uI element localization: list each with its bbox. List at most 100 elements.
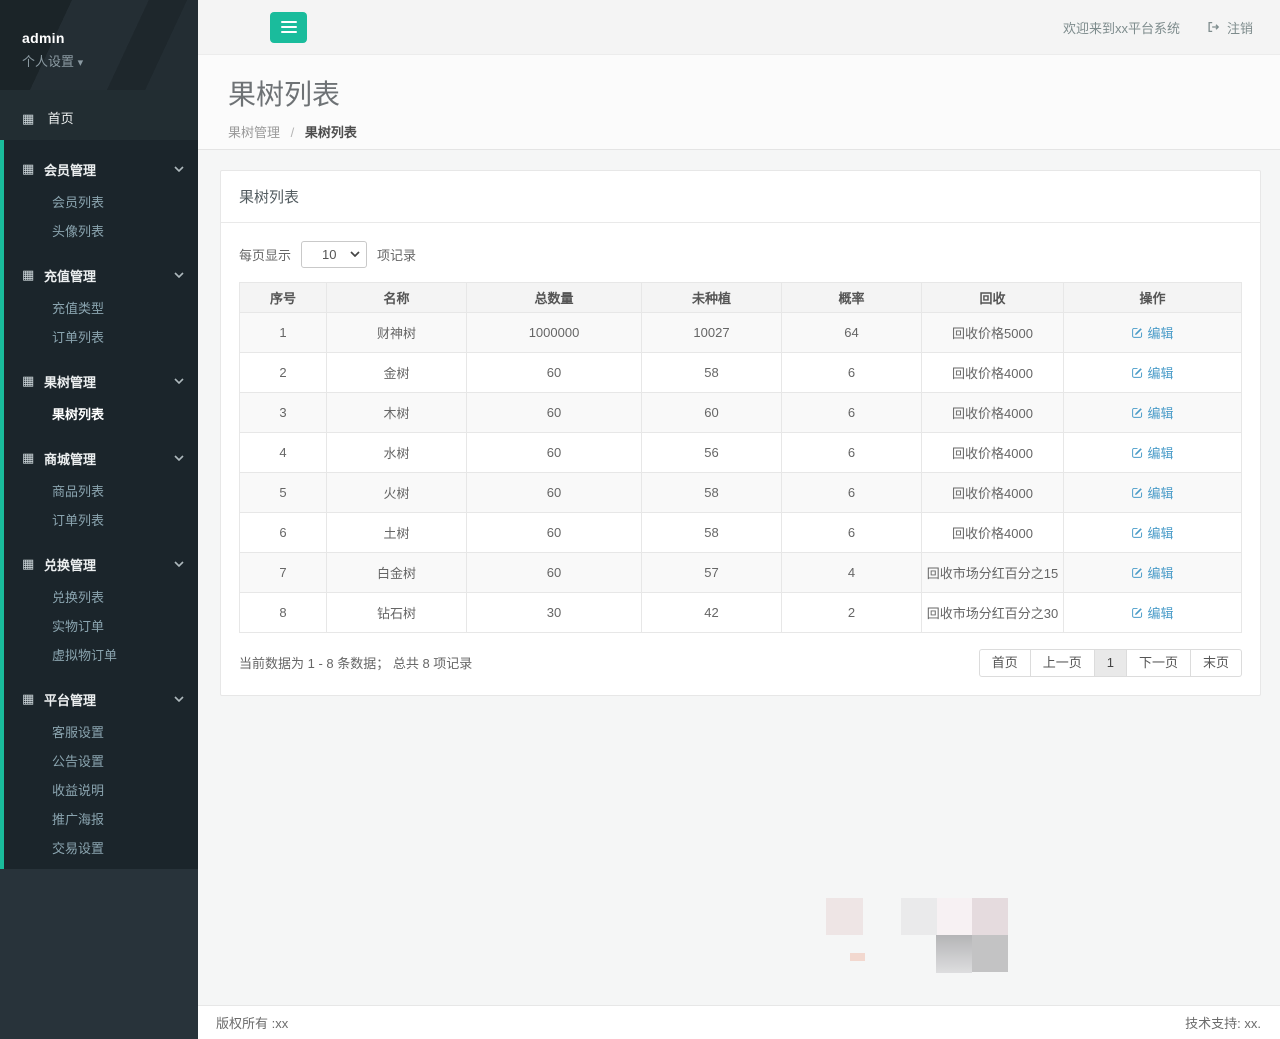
edit-button[interactable]: 编辑 <box>1131 523 1173 542</box>
table-row: 8 钻石树 30 42 2 回收市场分红百分之30 编辑 <box>240 593 1242 633</box>
sidebar-item-exchange-list[interactable]: 兑换列表 <box>4 583 198 612</box>
edit-icon <box>1131 446 1144 459</box>
edit-button[interactable]: 编辑 <box>1131 363 1173 382</box>
tree-list-panel: 果树列表 每页显示 10 项记录 <box>220 170 1261 696</box>
sidebar-toggle-button[interactable] <box>270 12 307 43</box>
page-footer: 版权所有 :xx 技术支持: xx. <box>198 1005 1280 1039</box>
per-page-suffix: 项记录 <box>377 245 416 264</box>
breadcrumb: 果树管理 / 果树列表 <box>228 122 1253 141</box>
sidebar-item-trade-settings[interactable]: 交易设置 <box>4 834 198 863</box>
table-row: 2 金树 60 58 6 回收价格4000 编辑 <box>240 353 1242 393</box>
edit-button[interactable]: 编辑 <box>1131 483 1173 502</box>
sidebar-item-tree-management[interactable]: ▦ 果树管理 <box>4 362 198 400</box>
sidebar-item-virtual-orders[interactable]: 虚拟物订单 <box>4 641 198 670</box>
edit-icon <box>1131 366 1144 379</box>
sidebar-item-avatar-list[interactable]: 头像列表 <box>4 217 198 246</box>
breadcrumb-current: 果树列表 <box>305 125 357 140</box>
sidebar-item-promo-poster[interactable]: 推广海报 <box>4 805 198 834</box>
col-unplanted: 未种植 <box>642 283 782 313</box>
pagination-first[interactable]: 首页 <box>979 649 1031 677</box>
welcome-text: 欢迎来到xx平台系统 <box>1063 18 1180 37</box>
sidebar-item-recharge-management[interactable]: ▦ 充值管理 <box>4 256 198 294</box>
chevron-down-icon <box>174 696 184 702</box>
sidebar-item-recharge-orders[interactable]: 订单列表 <box>4 323 198 352</box>
sidebar-item-mall-orders[interactable]: 订单列表 <box>4 506 198 535</box>
user-settings-dropdown[interactable]: 个人设置 ▾ <box>22 51 198 70</box>
pagination-prev[interactable]: 上一页 <box>1030 649 1095 677</box>
edit-button[interactable]: 编辑 <box>1131 603 1173 622</box>
per-page-select[interactable]: 10 <box>301 241 367 268</box>
sidebar-section-recharge: ▦ 充值管理 充值类型 订单列表 <box>4 256 198 352</box>
grid-icon: ▦ <box>22 161 44 177</box>
support-text: 技术支持: xx. <box>1185 1013 1261 1032</box>
sidebar-section-members: ▦ 会员管理 会员列表 头像列表 <box>4 150 198 246</box>
edit-icon <box>1131 326 1144 339</box>
tree-table: 序号 名称 总数量 未种植 概率 回收 操作 1 财神树 <box>239 282 1242 633</box>
sidebar-menu: ▦ 会员管理 会员列表 头像列表 ▦ 充值管理 充值类型 订单列表 ▦ 果树管理… <box>0 140 198 869</box>
pagination-page-1[interactable]: 1 <box>1094 649 1127 677</box>
sidebar-section-exchange: ▦ 兑换管理 兑换列表 实物订单 虚拟物订单 <box>4 545 198 670</box>
panel-title: 果树列表 <box>221 171 1260 223</box>
pagination: 首页 上一页 1 下一页 末页 <box>979 649 1242 677</box>
content-area: 果树列表 每页显示 10 项记录 <box>198 150 1280 1005</box>
edit-icon <box>1131 606 1144 619</box>
grid-icon: ▦ <box>22 267 44 283</box>
table-row: 4 水树 60 56 6 回收价格4000 编辑 <box>240 433 1242 473</box>
sidebar-item-member-management[interactable]: ▦ 会员管理 <box>4 150 198 188</box>
sidebar-section-trees: ▦ 果树管理 果树列表 <box>4 362 198 429</box>
col-name: 名称 <box>327 283 467 313</box>
breadcrumb-separator: / <box>291 125 295 140</box>
topbar: 欢迎来到xx平台系统 注销 <box>198 0 1280 55</box>
breadcrumb-parent-link[interactable]: 果树管理 <box>228 125 280 140</box>
sign-out-icon <box>1206 20 1221 34</box>
sidebar-item-service-settings[interactable]: 客服设置 <box>4 718 198 747</box>
col-probability: 概率 <box>782 283 922 313</box>
record-summary: 当前数据为 1 - 8 条数据； 总共 8 项记录 <box>239 653 472 672</box>
chevron-down-icon <box>174 272 184 278</box>
col-recycle: 回收 <box>922 283 1064 313</box>
edit-icon <box>1131 486 1144 499</box>
sidebar-section-mall: ▦ 商城管理 商品列表 订单列表 <box>4 439 198 535</box>
grid-icon: ▦ <box>22 373 44 389</box>
edit-icon <box>1131 526 1144 539</box>
sidebar-item-mall-management[interactable]: ▦ 商城管理 <box>4 439 198 477</box>
table-row: 6 土树 60 58 6 回收价格4000 编辑 <box>240 513 1242 553</box>
sidebar-item-exchange-management[interactable]: ▦ 兑换管理 <box>4 545 198 583</box>
table-header-row: 序号 名称 总数量 未种植 概率 回收 操作 <box>240 283 1242 313</box>
page-title: 果树列表 <box>228 73 1253 113</box>
sidebar-item-profit-description[interactable]: 收益说明 <box>4 776 198 805</box>
caret-down-icon: ▾ <box>78 57 84 69</box>
table-row: 7 白金树 60 57 4 回收市场分红百分之15 编辑 <box>240 553 1242 593</box>
chevron-down-icon <box>174 561 184 567</box>
chevron-down-icon <box>174 455 184 461</box>
sidebar-filler <box>0 869 198 1039</box>
main-area: 欢迎来到xx平台系统 注销 果树列表 果树管理 / 果树列表 果树列表 每页显示… <box>198 0 1280 1039</box>
table-row: 1 财神树 1000000 10027 64 回收价格5000 编辑 <box>240 313 1242 353</box>
sidebar-item-product-list[interactable]: 商品列表 <box>4 477 198 506</box>
pagination-last[interactable]: 末页 <box>1190 649 1242 677</box>
sidebar-user-panel: admin 个人设置 ▾ <box>0 0 198 90</box>
col-index: 序号 <box>240 283 327 313</box>
username: admin <box>22 30 198 46</box>
edit-button[interactable]: 编辑 <box>1131 403 1173 422</box>
edit-icon <box>1131 566 1144 579</box>
sidebar-item-physical-orders[interactable]: 实物订单 <box>4 612 198 641</box>
edit-button[interactable]: 编辑 <box>1131 323 1173 342</box>
sidebar-item-platform-management[interactable]: ▦ 平台管理 <box>4 680 198 718</box>
logout-button[interactable]: 注销 <box>1206 18 1253 37</box>
sidebar-item-home[interactable]: ▦ 首页 <box>0 98 198 140</box>
table-row: 5 火树 60 58 6 回收价格4000 编辑 <box>240 473 1242 513</box>
sidebar-item-announcement-settings[interactable]: 公告设置 <box>4 747 198 776</box>
sidebar-section-platform: ▦ 平台管理 客服设置 公告设置 收益说明 推广海报 交易设置 <box>4 680 198 863</box>
edit-button[interactable]: 编辑 <box>1131 563 1173 582</box>
sidebar-item-recharge-type[interactable]: 充值类型 <box>4 294 198 323</box>
grid-icon: ▦ <box>22 556 44 572</box>
page-heading: 果树列表 果树管理 / 果树列表 <box>198 55 1280 150</box>
per-page-control: 每页显示 10 项记录 <box>239 241 1242 268</box>
sidebar-item-tree-list[interactable]: 果树列表 <box>4 400 198 429</box>
pagination-next[interactable]: 下一页 <box>1126 649 1191 677</box>
per-page-prefix: 每页显示 <box>239 245 291 264</box>
sidebar-item-member-list[interactable]: 会员列表 <box>4 188 198 217</box>
table-row: 3 木树 60 60 6 回收价格4000 编辑 <box>240 393 1242 433</box>
edit-button[interactable]: 编辑 <box>1131 443 1173 462</box>
